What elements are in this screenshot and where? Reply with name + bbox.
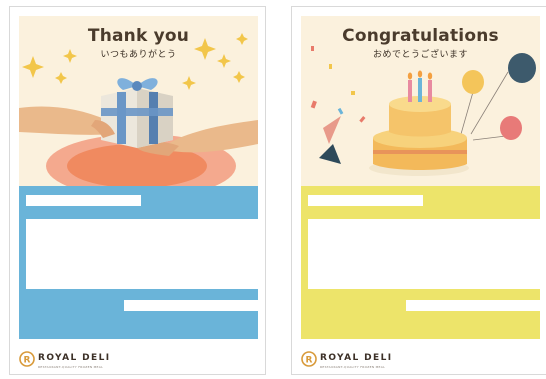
- royal-deli-logo-icon: R: [19, 351, 35, 367]
- sender-field[interactable]: [406, 300, 540, 311]
- thank-you-illustration: Thank you いつもありがとう: [19, 16, 258, 186]
- royal-deli-logo-icon: R: [301, 351, 317, 367]
- card-subtitle: おめでとうございます: [372, 50, 468, 60]
- message-field[interactable]: [308, 219, 540, 289]
- svg-text:R: R: [24, 356, 31, 366]
- svg-text:R: R: [306, 356, 313, 366]
- congratulations-illustration: Congratulations おめでとうございます: [301, 16, 540, 186]
- card-title: Congratulations: [342, 26, 499, 46]
- brand-tagline: RESTAURANT-QUALITY FROZEN MEAL: [38, 365, 104, 369]
- recipient-field[interactable]: [308, 195, 423, 206]
- brand-name: ROYAL DELI: [38, 353, 111, 363]
- brand-name: ROYAL DELI: [320, 353, 393, 363]
- message-panel: [301, 186, 540, 339]
- brand-footer: R ROYAL DELI RESTAURANT-QUALITY FROZEN M…: [19, 345, 258, 375]
- message-field[interactable]: [26, 219, 260, 289]
- brand-footer: R ROYAL DELI RESTAURANT-QUALITY FROZEN M…: [301, 345, 540, 375]
- sender-field[interactable]: [124, 300, 258, 311]
- card-title: Thank you: [87, 26, 190, 46]
- recipient-field[interactable]: [26, 195, 141, 206]
- brand-tagline: RESTAURANT-QUALITY FROZEN MEAL: [320, 365, 386, 369]
- message-panel: [19, 186, 260, 339]
- card-subtitle: いつもありがとう: [100, 50, 177, 60]
- thank-you-card[interactable]: Thank you いつもありがとう R ROYAL DELI RESTAURA…: [9, 6, 266, 375]
- congratulations-card[interactable]: Congratulations おめでとうございます R ROYAL DELI …: [291, 6, 546, 375]
